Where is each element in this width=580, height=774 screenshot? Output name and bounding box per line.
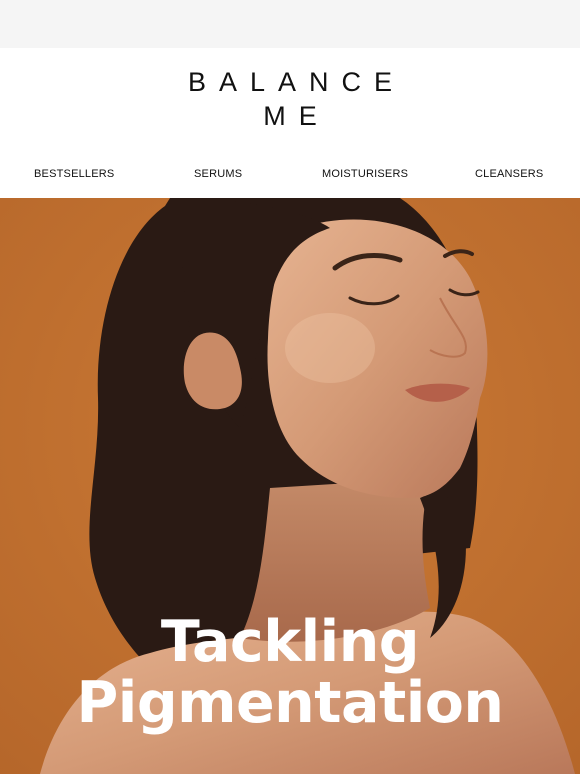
nav-item-serums[interactable]: SERUMS [194,168,242,180]
hero-banner[interactable]: Tackling Pigmentation [0,198,580,774]
top-bar [0,0,580,48]
brand-logo[interactable]: BALANCE ME [175,65,405,133]
nav-item-moisturisers[interactable]: MOISTURISERS [322,168,408,180]
nav-item-cleansers[interactable]: CLEANSERS [475,168,543,180]
nav-item-bestsellers[interactable]: BESTSELLERS [34,168,114,180]
headline-line-1: Tackling [160,609,420,675]
category-nav: BESTSELLERS SERUMS MOISTURISERS CLEANSER… [0,150,580,198]
header: BALANCE ME [0,48,580,150]
logo-line-2: ME [263,101,330,131]
logo-line-1: BALANCE [187,67,406,97]
headline-line-2: Pigmentation [76,670,504,736]
